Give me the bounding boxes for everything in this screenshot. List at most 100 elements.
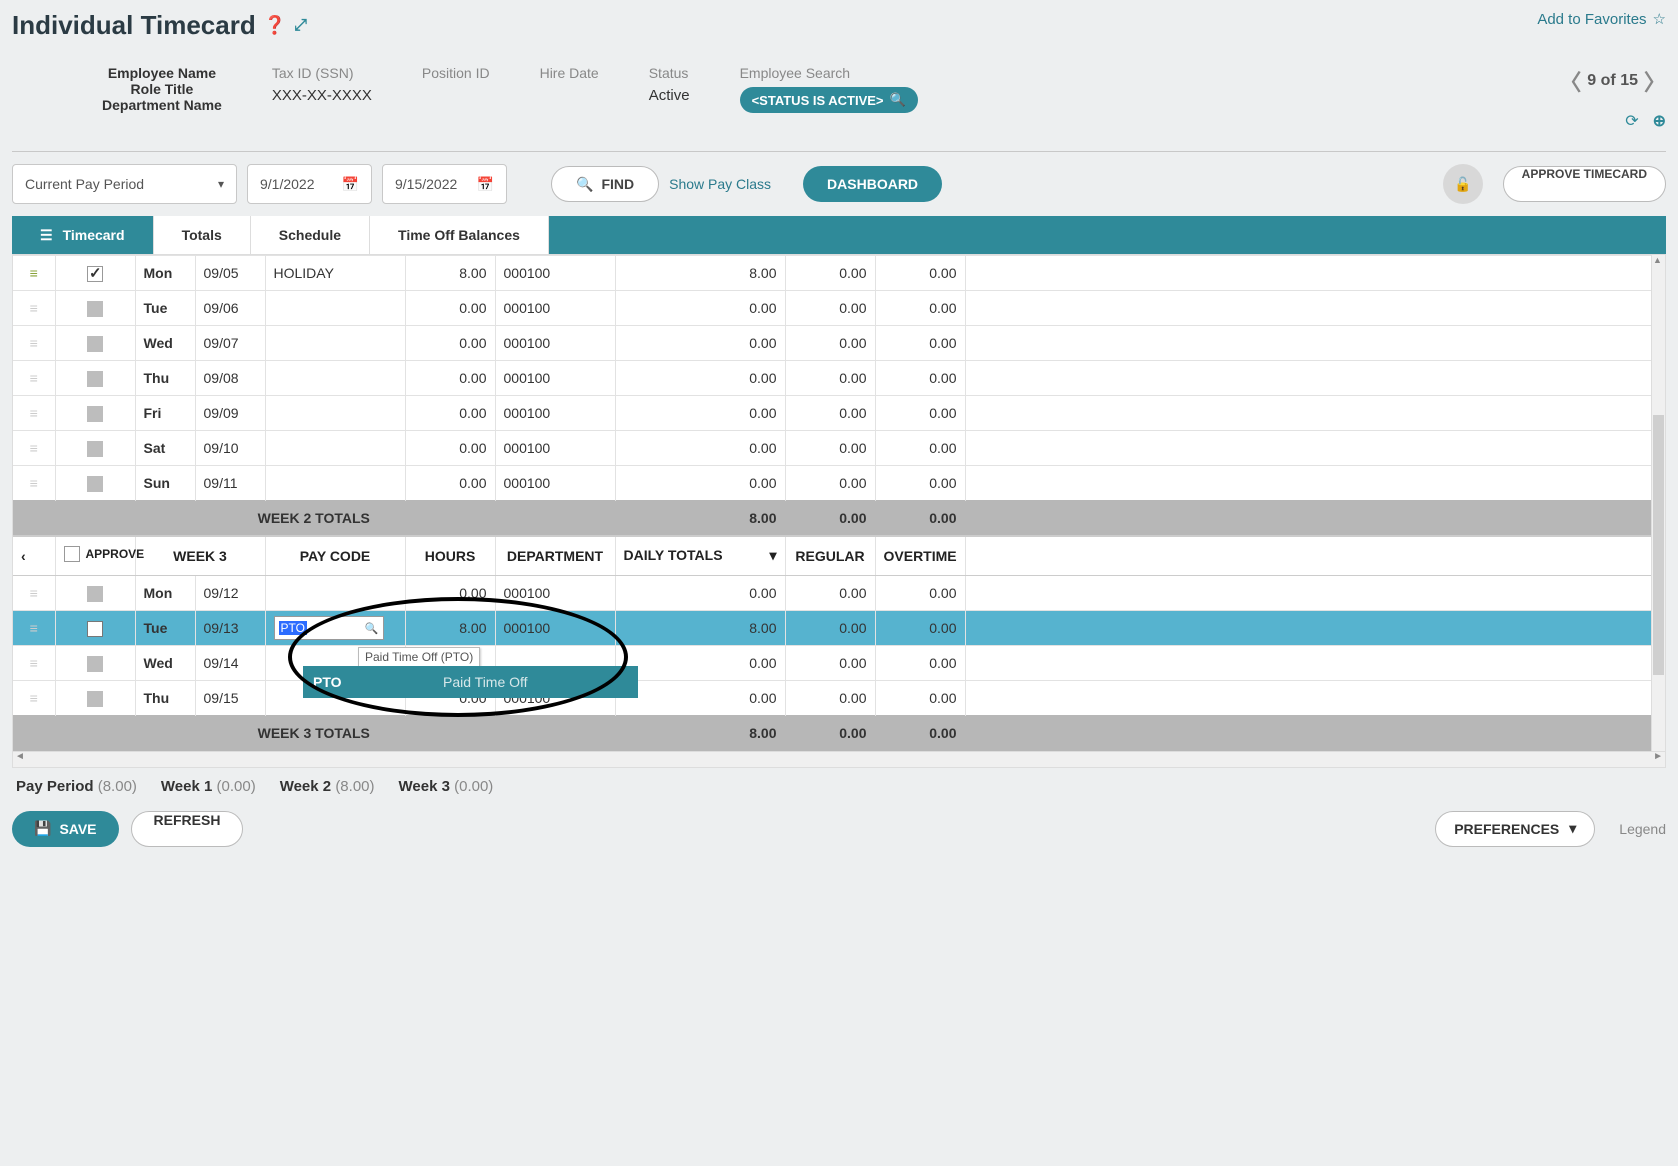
help-icon[interactable]: ❓ — [264, 15, 286, 36]
paycode-cell[interactable] — [265, 576, 405, 611]
save-button[interactable]: 💾 SAVE — [12, 811, 119, 847]
fill-cell — [965, 291, 1665, 326]
row-menu-button[interactable]: ≡ — [13, 396, 55, 431]
regular-cell: 0.00 — [785, 361, 875, 396]
show-pay-class-link[interactable]: Show Pay Class — [669, 176, 771, 192]
approve-checkbox[interactable] — [87, 476, 103, 492]
row-menu-button[interactable]: ≡ — [13, 326, 55, 361]
preferences-button[interactable]: PREFERENCES ▾ — [1435, 811, 1595, 847]
date-end-input[interactable]: 9/15/2022 📅 — [382, 164, 507, 204]
collapse-week-button[interactable]: ‹ — [13, 536, 55, 576]
department-cell[interactable]: 000100 — [495, 361, 615, 396]
overtime-cell: 0.00 — [875, 646, 965, 681]
add-icon[interactable]: ⊕ — [1653, 111, 1666, 131]
row-menu-button[interactable]: ≡ — [13, 466, 55, 501]
approve-checkbox[interactable] — [87, 691, 103, 707]
regular-cell: 0.00 — [785, 646, 875, 681]
lock-button[interactable]: 🔓 — [1443, 164, 1483, 204]
row-menu-button[interactable]: ≡ — [13, 431, 55, 466]
tab-schedule-label: Schedule — [279, 227, 341, 243]
expand-icon[interactable]: ⤢ — [294, 17, 307, 35]
hours-cell[interactable]: 0.00 — [405, 291, 495, 326]
star-icon: ☆ — [1653, 10, 1666, 28]
paycode-cell[interactable] — [265, 326, 405, 361]
taxid-value: XXX-XX-XXXX — [272, 87, 372, 104]
department-cell[interactable]: 000100 — [495, 466, 615, 501]
department-cell[interactable]: 000100 — [495, 291, 615, 326]
department-cell[interactable]: 000100 — [495, 576, 615, 611]
department-cell[interactable]: 000100 — [495, 431, 615, 466]
approve-checkbox[interactable] — [87, 406, 103, 422]
favorites-label: Add to Favorites — [1537, 11, 1646, 28]
hours-cell[interactable]: 0.00 — [405, 326, 495, 361]
lookup-icon[interactable]: 🔍 — [365, 622, 379, 635]
add-to-favorites[interactable]: Add to Favorites ☆ — [1537, 10, 1666, 28]
unlock-icon: 🔓 — [1454, 176, 1471, 193]
hours-cell[interactable]: 0.00 — [405, 431, 495, 466]
table-row: ≡Sat09/100.000001000.000.000.00 — [13, 431, 1665, 466]
next-record-button[interactable]: 〉 — [1644, 65, 1666, 97]
date-start-input[interactable]: 9/1/2022 📅 — [247, 164, 372, 204]
hours-cell[interactable]: 8.00 — [405, 611, 495, 646]
tab-schedule[interactable]: Schedule — [251, 216, 370, 254]
paycode-cell[interactable] — [265, 396, 405, 431]
approve-checkbox[interactable] — [87, 266, 103, 282]
find-button[interactable]: 🔍 FIND — [551, 166, 659, 202]
paycode-dropdown-option[interactable]: PTO Paid Time Off — [303, 666, 638, 698]
paycode-cell[interactable]: HOLIDAY — [265, 256, 405, 291]
employee-block: Employee Name Role Title Department Name — [102, 65, 222, 113]
approve-checkbox[interactable] — [87, 586, 103, 602]
paycode-cell[interactable] — [265, 361, 405, 396]
overtime-cell: 0.00 — [875, 576, 965, 611]
paycode-cell[interactable] — [265, 291, 405, 326]
dashboard-button[interactable]: DASHBOARD — [803, 166, 942, 202]
paycode-cell[interactable] — [265, 431, 405, 466]
approve-checkbox[interactable] — [64, 546, 80, 562]
hours-cell[interactable]: 0.00 — [405, 576, 495, 611]
paycode-cell[interactable]: PTO🔍 — [265, 611, 405, 646]
paycode-cell[interactable] — [265, 466, 405, 501]
prev-record-button[interactable]: 〈 — [1559, 65, 1581, 97]
approve-checkbox[interactable] — [87, 441, 103, 457]
refresh-button[interactable]: REFRESH — [131, 811, 244, 847]
checkbox-cell — [55, 361, 135, 396]
checkbox-cell — [55, 396, 135, 431]
vertical-scrollbar[interactable] — [1651, 255, 1665, 751]
position-label: Position ID — [422, 65, 490, 81]
hours-cell[interactable]: 0.00 — [405, 396, 495, 431]
horizontal-scrollbar[interactable] — [13, 751, 1665, 767]
hours-cell[interactable]: 0.00 — [405, 466, 495, 501]
tab-timecard[interactable]: ☰ Timecard — [12, 216, 154, 254]
col-regular: REGULAR — [785, 536, 875, 576]
legend-link[interactable]: Legend — [1619, 821, 1666, 837]
employee-dept: Department Name — [102, 97, 222, 113]
hours-cell[interactable]: 0.00 — [405, 361, 495, 396]
table-row: ≡Thu09/080.000001000.000.000.00 — [13, 361, 1665, 396]
row-menu-button[interactable]: ≡ — [13, 681, 55, 716]
row-menu-button[interactable]: ≡ — [13, 611, 55, 646]
hours-cell[interactable]: 8.00 — [405, 256, 495, 291]
status-filter-pill[interactable]: <STATUS IS ACTIVE> 🔍 — [740, 87, 918, 113]
approve-checkbox[interactable] — [87, 621, 103, 637]
approve-checkbox[interactable] — [87, 301, 103, 317]
department-cell[interactable]: 000100 — [495, 396, 615, 431]
table-row: ≡Thu09/150.000001000.000.000.00 — [13, 681, 1665, 716]
row-menu-button[interactable]: ≡ — [13, 256, 55, 291]
paycode-input[interactable]: PTO🔍 — [274, 616, 384, 640]
tab-totals[interactable]: Totals — [154, 216, 251, 254]
row-menu-button[interactable]: ≡ — [13, 576, 55, 611]
approve-checkbox[interactable] — [87, 371, 103, 387]
tab-balances[interactable]: Time Off Balances — [370, 216, 549, 254]
department-cell[interactable]: 000100 — [495, 611, 615, 646]
approve-checkbox[interactable] — [87, 656, 103, 672]
row-menu-button[interactable]: ≡ — [13, 361, 55, 396]
col-daily-totals[interactable]: DAILY TOTALS▾ — [615, 536, 785, 576]
row-menu-button[interactable]: ≡ — [13, 646, 55, 681]
pay-period-select[interactable]: Current Pay Period ▾ — [12, 164, 237, 204]
approve-checkbox[interactable] — [87, 336, 103, 352]
row-menu-button[interactable]: ≡ — [13, 291, 55, 326]
refresh-icon[interactable]: ⟳ — [1625, 111, 1638, 131]
approve-timecard-button[interactable]: APPROVE TIMECARD — [1503, 166, 1666, 202]
department-cell[interactable]: 000100 — [495, 256, 615, 291]
department-cell[interactable]: 000100 — [495, 326, 615, 361]
